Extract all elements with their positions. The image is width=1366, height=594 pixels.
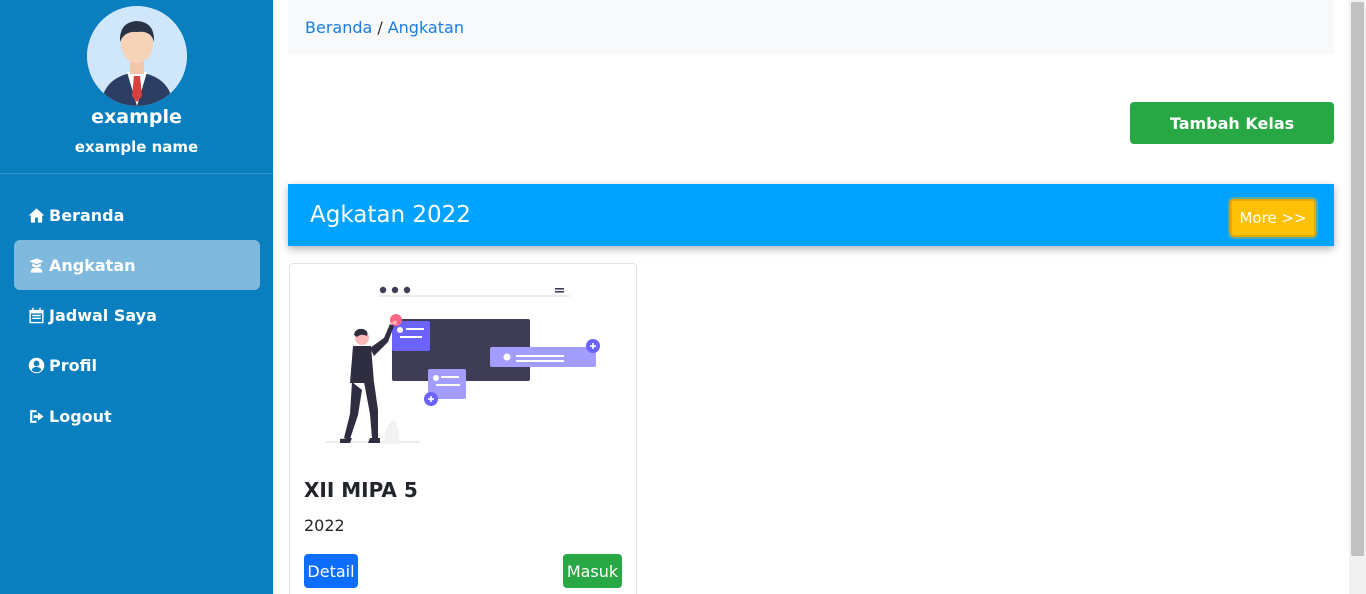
class-card: XII MIPA 5 2022 Detail Masuk [289, 263, 637, 594]
sidebar-item-logout[interactable]: Logout [14, 391, 260, 441]
sidebar-item-label: Jadwal Saya [49, 305, 157, 325]
more-button[interactable]: More >> [1230, 199, 1316, 237]
sidebar-item-label: Beranda [49, 205, 125, 225]
sidebar-item-profil[interactable]: Profil [14, 340, 260, 390]
sidebar-item-angkatan[interactable]: Angkatan [14, 240, 260, 290]
logout-icon [27, 407, 45, 425]
enter-class-button[interactable]: Masuk [563, 554, 622, 588]
card-title: XII MIPA 5 [304, 478, 418, 502]
sidebar: example example name Beranda Angkatan Ja… [0, 0, 273, 594]
user-avatar-icon [87, 6, 187, 106]
detail-button[interactable]: Detail [304, 554, 358, 588]
class-illustration [326, 286, 600, 444]
calendar-icon [27, 306, 45, 324]
group-title: Agkatan 2022 [310, 202, 471, 228]
scrollbar-thumb[interactable] [1351, 2, 1364, 556]
breadcrumb: Beranda / Angkatan [288, 0, 1334, 54]
profile-fullname: example name [74, 138, 199, 156]
sidebar-item-beranda[interactable]: Beranda [14, 190, 260, 240]
group-header: Agkatan 2022 More >> [288, 184, 1334, 246]
breadcrumb-current-link[interactable]: Angkatan [388, 18, 464, 37]
sidebar-item-label: Profil [49, 355, 97, 375]
sidebar-item-jadwal-saya[interactable]: Jadwal Saya [14, 290, 260, 340]
profile-username: example [91, 106, 182, 128]
card-year: 2022 [304, 516, 345, 535]
add-class-button[interactable]: Tambah Kelas [1130, 102, 1334, 144]
graduate-icon [27, 256, 45, 274]
breadcrumb-home-link[interactable]: Beranda [305, 18, 372, 37]
sidebar-item-label: Logout [49, 406, 112, 426]
breadcrumb-separator: / [377, 17, 383, 37]
vertical-scrollbar[interactable] [1349, 0, 1366, 594]
profile-section: example example name [0, 0, 273, 174]
user-circle-icon [27, 356, 45, 374]
home-icon [27, 206, 45, 224]
sidebar-item-label: Angkatan [49, 255, 136, 275]
